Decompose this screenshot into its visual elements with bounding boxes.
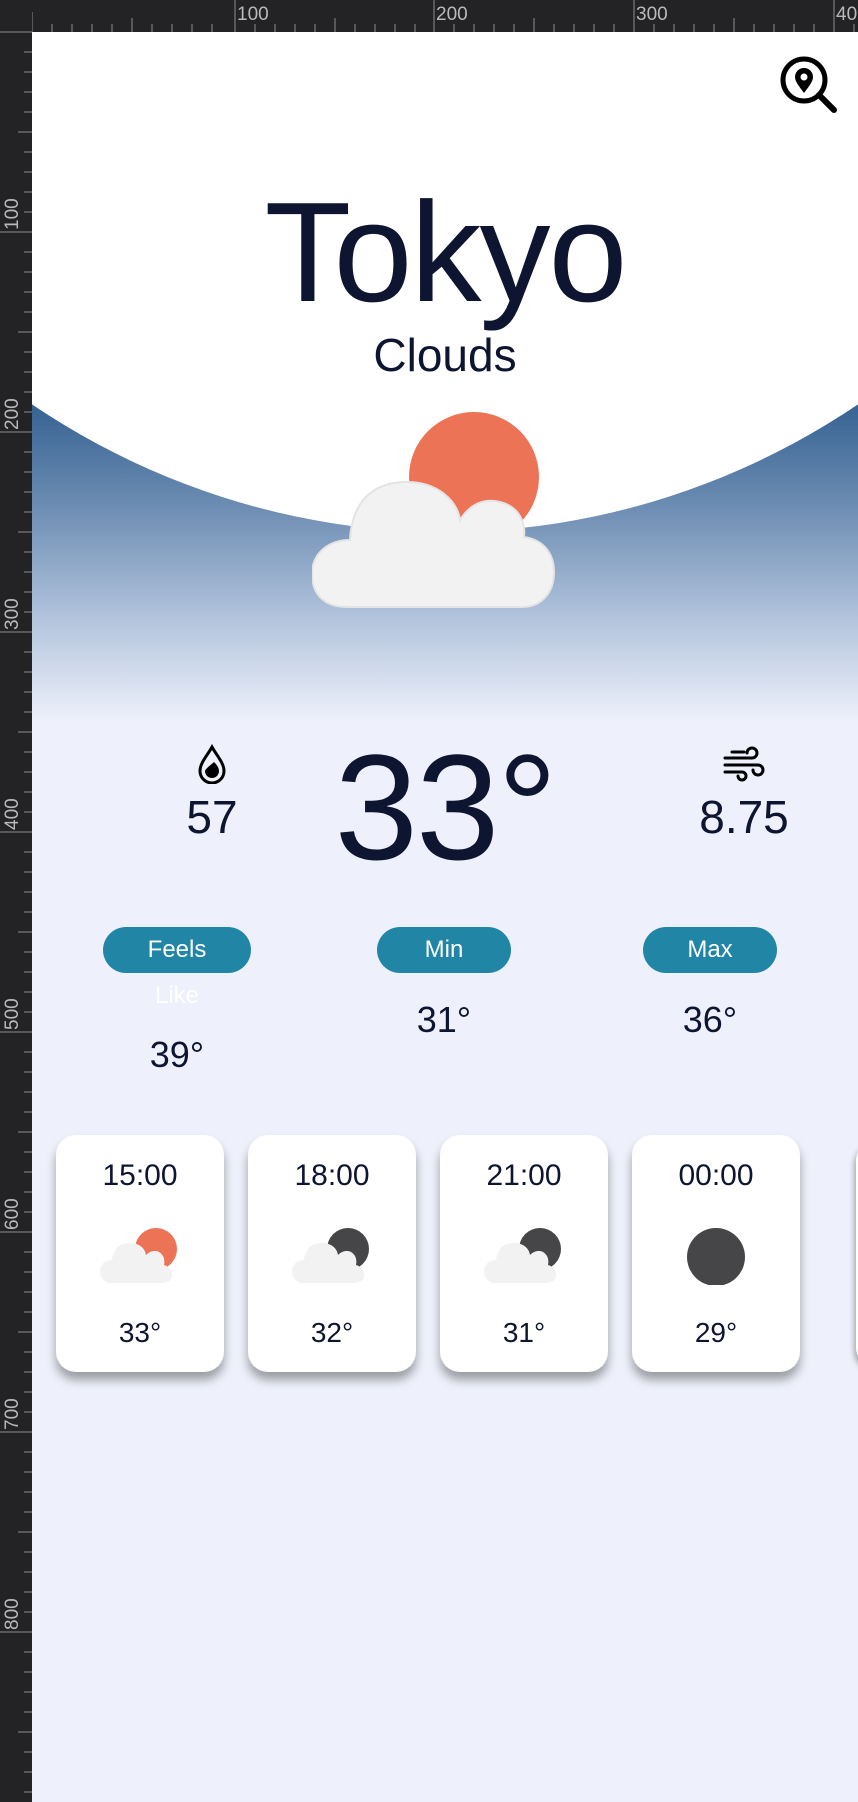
forecast-card[interactable]: 18:00 32° (248, 1135, 416, 1372)
current-temperature: 33° (334, 723, 558, 891)
forecast-temp: 31° (502, 1317, 546, 1348)
forecast-card[interactable]: 15:00 33° (56, 1135, 224, 1372)
max-value: 36° (682, 999, 738, 1040)
left-ruler-label: 800 (2, 1598, 23, 1630)
top-ruler-ticks: 100 200 300 40 (31, 0, 857, 32)
left-ruler-label: 400 (2, 798, 23, 830)
humidity-stat: 57 (122, 744, 302, 840)
feels-like-group: Feels Like 39° (77, 927, 277, 1076)
forecast-card[interactable]: 00:00 29° (632, 1135, 800, 1372)
wind-value: 8.75 (699, 791, 789, 843)
forecast-time: 00:00 (678, 1159, 754, 1192)
left-ruler: 100 200 300 400 500 600 700 800 (0, 0, 32, 1802)
top-ruler-label: 200 (436, 4, 468, 25)
left-ruler-label: 700 (2, 1398, 23, 1430)
left-ruler-label: 200 (2, 398, 23, 430)
weather-condition: Clouds (373, 329, 517, 381)
wind-stat: 8.75 (654, 744, 834, 840)
forecast-time: 21:00 (486, 1159, 562, 1192)
moon-icon (687, 1228, 745, 1285)
cloud-moon-icon (292, 1228, 369, 1283)
cloud-sun-icon (100, 1228, 177, 1283)
humidity-drop-icon (198, 744, 226, 784)
max-pill: Max (643, 927, 777, 973)
forecast-temp: 29° (694, 1317, 738, 1348)
forecast-time: 18:00 (294, 1159, 370, 1192)
feels-like-pill: Feels Like (103, 927, 251, 1009)
left-ruler-label: 100 (2, 198, 23, 230)
left-ruler-label: 600 (2, 1198, 23, 1230)
humidity-value: 57 (186, 791, 238, 843)
feels-like-value: 39° (149, 1034, 205, 1075)
location-search-button[interactable] (776, 52, 840, 116)
location-search-icon (780, 56, 837, 113)
top-ruler: 100 200 300 40 (0, 0, 858, 32)
cloud-moon-icon (484, 1228, 561, 1283)
weather-app: Tokyo Clouds 57 33° 8.75 Feels Like 39° (32, 32, 858, 1802)
forecast-temp: 33° (118, 1317, 162, 1348)
min-temp-group: Min 31° (344, 927, 544, 1041)
top-ruler-label: 100 (237, 4, 269, 25)
hourly-forecast[interactable]: 15:00 33° 18:00 32° 21:00 31° 00:00 29° (56, 1135, 858, 1385)
min-pill: Min (377, 927, 511, 973)
left-ruler-label: 500 (2, 998, 23, 1030)
clouds-sun-icon (312, 412, 556, 608)
left-ruler-label: 300 (2, 598, 23, 630)
city-name: Tokyo (264, 173, 628, 332)
forecast-time: 15:00 (102, 1159, 178, 1192)
max-temp-group: Max 36° (610, 927, 810, 1041)
top-ruler-label: 40 (836, 4, 857, 25)
left-ruler-ticks: 100 200 300 400 500 600 700 800 (0, 31, 32, 1793)
min-value: 31° (416, 999, 472, 1040)
wind-icon (723, 746, 765, 782)
forecast-card[interactable]: 21:00 31° (440, 1135, 608, 1372)
top-ruler-label: 300 (636, 4, 668, 25)
forecast-temp: 32° (310, 1317, 354, 1348)
